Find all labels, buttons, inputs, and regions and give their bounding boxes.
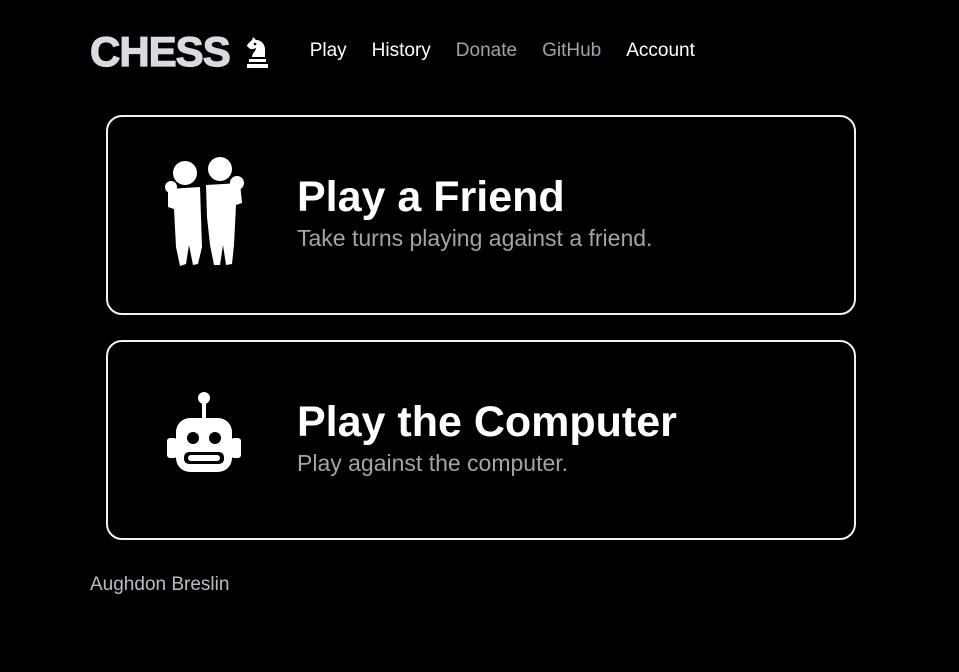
card-title: Play a Friend [297,173,565,221]
nav-account-link[interactable]: Account [626,40,695,62]
card-subtitle: Play against the computer. [297,450,569,476]
nav-play-link[interactable]: Play [310,40,347,62]
home-logo-link[interactable]: CHESS [89,28,270,75]
nav-github-link[interactable]: GitHub [542,40,601,62]
footer-author: Aughdon Breslin [90,574,230,595]
chess-knight-icon [244,35,270,69]
play-computer-card[interactable]: Play the Computer Play against the compu… [106,340,856,540]
card-title: Play the Computer [297,398,677,446]
main-nav: Play History Donate GitHub Account [310,40,720,62]
two-people-icon [162,157,246,269]
brand-name: CHESS [89,28,231,75]
nav-history-link[interactable]: History [372,40,431,62]
robot-icon [162,382,246,494]
nav-donate-link[interactable]: Donate [456,40,517,62]
site-header: CHESS Play History Donate GitHub Account [89,28,720,75]
play-friend-text: Play a Friend Take turns playing against… [297,171,652,253]
play-friend-card[interactable]: Play a Friend Take turns playing against… [106,115,856,315]
card-subtitle: Take turns playing against a friend. [297,225,653,251]
play-computer-text: Play the Computer Play against the compu… [297,396,677,478]
